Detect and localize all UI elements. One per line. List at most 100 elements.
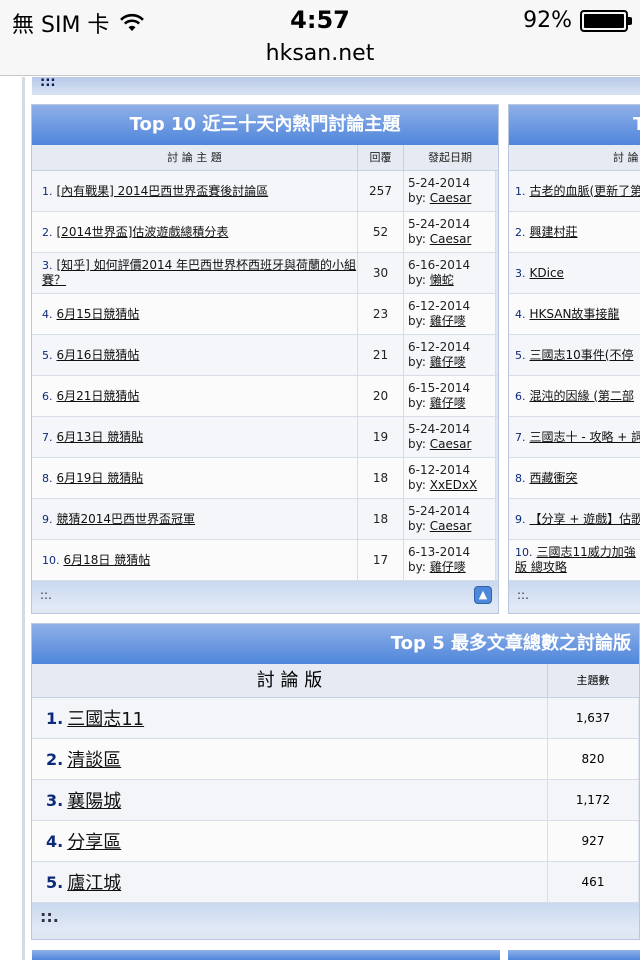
row-number: 7.	[42, 430, 53, 444]
topic-text: 5. 6月16日競猜帖	[42, 348, 139, 363]
topic-link[interactable]: 古老的血脈(更新了第	[530, 184, 640, 198]
author-line: by: 雞仔嘜	[408, 314, 495, 329]
list-item: 3. 襄陽城 1,172	[32, 780, 639, 821]
right-topics-panel: T 討 論 1. 古老的血脈(更新了第 2. 興建村莊 3. KDice 4. HKSAN故事…	[508, 104, 640, 614]
topic-link[interactable]: 6月19日 競猜貼	[57, 471, 144, 485]
topic-link[interactable]: [2014世界盃]估波遊戲總積分表	[57, 225, 229, 239]
topic-link[interactable]: 6月16日競猜帖	[57, 348, 140, 362]
next-panel-header	[32, 950, 500, 960]
topic-text: 7. 三國志十 - 攻略 + 詞	[515, 430, 640, 445]
reply-count: 52	[358, 212, 404, 252]
topic-cell: 1. [內有戰果] 2014巴西世界盃賽後討論區	[32, 171, 358, 211]
topic-text: 8. 西藏衝突	[515, 471, 578, 486]
author-link[interactable]: XxEDxX	[430, 478, 477, 492]
row-number: 2.	[46, 749, 64, 769]
topic-cell: 10. 6月18日 競猜帖	[32, 540, 358, 580]
topic-link[interactable]: 三國志十 - 攻略 + 詞	[530, 430, 640, 444]
table-row: 5. 三國志10事件(不停	[509, 335, 640, 376]
author-line: by: 雞仔嘜	[408, 560, 495, 575]
table-row: 1. [內有戰果] 2014巴西世界盃賽後討論區 257 5-24-2014 by: C…	[32, 171, 498, 212]
battery-icon	[580, 9, 632, 32]
table-row: 9. 【分享 + 遊戲】估歌	[509, 499, 640, 540]
topic-count: 461	[548, 862, 638, 902]
topic-link[interactable]: 6月13日 競猜貼	[57, 430, 144, 444]
url-text[interactable]: hksan.net	[0, 40, 640, 66]
forum-link[interactable]: 清談區	[67, 746, 121, 772]
topic-link[interactable]: 西藏衝突	[530, 471, 578, 485]
right-col-topic: 討 論	[613, 151, 639, 164]
topic-link[interactable]: 三國志11威力加強版 總攻略	[515, 545, 636, 574]
battery-percent: 92%	[523, 8, 572, 33]
topic-count: 1,637	[548, 698, 638, 738]
author-link[interactable]: 雞仔嘜	[430, 355, 466, 369]
author-line: by: XxEDxX	[408, 478, 495, 493]
topic-link[interactable]: KDice	[530, 266, 564, 280]
row-number: 5.	[42, 348, 53, 362]
forum-cell: 4. 分享區	[32, 821, 548, 861]
list-item: 5. 廬江城 461	[32, 862, 639, 903]
right-panel-column-header: 討 論	[509, 145, 640, 171]
topic-link[interactable]: 興建村莊	[530, 225, 578, 239]
author-link[interactable]: 雞仔嘜	[430, 396, 466, 410]
topic-link[interactable]: 6月15日競猜帖	[57, 307, 140, 321]
topic-text: 2. 興建村莊	[515, 225, 578, 240]
topic-count: 1,172	[548, 780, 638, 820]
topic-text: 3. [知乎] 如何評價2014 年巴西世界杯西班牙與荷蘭的小組賽？	[42, 258, 357, 288]
author-link[interactable]: 雞仔嘜	[430, 314, 466, 328]
topic-text: 1. 古老的血脈(更新了第	[515, 184, 640, 199]
author-link[interactable]: Caesar	[430, 519, 472, 533]
topic-cell: 4. 6月15日競猜帖	[32, 294, 358, 334]
topic-link[interactable]: 三國志10事件(不停	[530, 348, 634, 362]
hot-topics-list: 1. [內有戰果] 2014巴西世界盃賽後討論區 257 5-24-2014 by: C…	[32, 171, 498, 581]
col-topic: 討 論 主 題	[32, 145, 358, 170]
topic-link[interactable]: HKSAN故事接龍	[530, 307, 620, 321]
row-number: 2.	[515, 225, 526, 239]
list-item: 1. 三國志11 1,637	[32, 698, 639, 739]
forum-link[interactable]: 三國志11	[67, 705, 144, 731]
table-row: 2. 興建村莊	[509, 212, 640, 253]
topic-text: 6. 混沌的因緣 (第二部	[515, 389, 634, 404]
forum-link[interactable]: 襄陽城	[67, 787, 121, 813]
topic-link[interactable]: 混沌的因緣 (第二部	[530, 389, 635, 403]
topic-link[interactable]: 6月18日 競猜帖	[64, 553, 151, 567]
topic-text: 6. 6月21日競猜帖	[42, 389, 139, 404]
author-line: by: Caesar	[408, 232, 495, 247]
col-date: 發起日期	[428, 151, 472, 164]
next-panel-header-right	[508, 950, 640, 960]
author-link[interactable]: 雞仔嘜	[430, 560, 466, 574]
row-number: 10.	[42, 553, 60, 567]
by-label: by:	[408, 314, 426, 328]
author-link[interactable]: Caesar	[430, 232, 472, 246]
topic-link[interactable]: [知乎] 如何評價2014 年巴西世界杯西班牙與荷蘭的小組賽？	[42, 258, 356, 287]
topic-cell: 7. 三國志十 - 攻略 + 詞	[509, 417, 640, 457]
row-number: 9.	[42, 512, 53, 526]
date-cell: 6-15-2014 by: 雞仔嘜	[404, 376, 496, 416]
hot-topics-column-header: 討 論 主 題 回覆 發起日期	[32, 145, 498, 171]
reply-count: 257	[358, 171, 404, 211]
topic-count: 927	[548, 821, 638, 861]
author-link[interactable]: Caesar	[430, 191, 472, 205]
author-link[interactable]: 懶蛇	[430, 273, 454, 287]
by-label: by:	[408, 560, 426, 574]
topic-cell: 4. HKSAN故事接龍	[509, 294, 640, 334]
topic-text: 4. 6月15日競猜帖	[42, 307, 139, 322]
topic-link[interactable]: [內有戰果] 2014巴西世界盃賽後討論區	[57, 184, 269, 198]
forum-link[interactable]: 分享區	[67, 828, 121, 854]
by-label: by:	[408, 519, 426, 533]
top-strip: :::	[32, 76, 640, 95]
topic-link[interactable]: 6月21日競猜帖	[57, 389, 140, 403]
date-cell: 6-12-2014 by: 雞仔嘜	[404, 294, 496, 334]
forum-link[interactable]: 廬江城	[67, 869, 121, 895]
topic-link[interactable]: 競猜2014巴西世界盃冠軍	[57, 512, 196, 526]
arrow-up-icon[interactable]: ▲	[474, 586, 492, 604]
topic-link[interactable]: 【分享 + 遊戲】估歌	[530, 512, 640, 526]
topic-cell: 1. 古老的血脈(更新了第	[509, 171, 640, 211]
author-link[interactable]: Caesar	[430, 437, 472, 451]
table-row: 9. 競猜2014巴西世界盃冠軍 18 5-24-2014 by: Caesar	[32, 499, 498, 540]
topic-text: 1. [內有戰果] 2014巴西世界盃賽後討論區	[42, 184, 268, 199]
address-bar[interactable]: hksan.net	[0, 40, 640, 76]
forum-cell: 2. 清談區	[32, 739, 548, 779]
topic-cell: 5. 6月16日競猜帖	[32, 335, 358, 375]
topic-cell: 9. 【分享 + 遊戲】估歌	[509, 499, 640, 539]
topic-cell: 8. 6月19日 競猜貼	[32, 458, 358, 498]
